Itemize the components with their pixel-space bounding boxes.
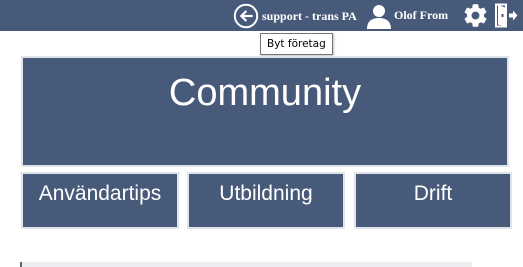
community-tile-label: Community	[168, 72, 362, 114]
training-tile-label: Utbildning	[219, 182, 313, 205]
settings-button[interactable]	[462, 2, 489, 29]
operations-tile[interactable]: Drift	[354, 172, 512, 229]
user-menu[interactable]: Olof From	[366, 2, 448, 29]
operations-tile-label: Drift	[413, 182, 453, 205]
logout-icon	[495, 3, 518, 28]
company-switch-button[interactable]: support - trans PA	[233, 3, 357, 29]
top-bar: support - trans PA Olof From	[0, 0, 523, 31]
user-icon	[367, 4, 391, 29]
training-tile[interactable]: Utbildning	[187, 172, 345, 229]
company-name: support - trans PA	[262, 8, 357, 23]
content-divider	[20, 262, 472, 267]
logout-button[interactable]	[494, 2, 518, 29]
community-tile[interactable]: Community	[21, 56, 509, 167]
company-switch-tooltip: Byt företag	[260, 33, 333, 55]
gear-icon	[464, 4, 487, 27]
user-name: Olof From	[394, 8, 449, 22]
tips-tile-label: Användartips	[38, 182, 162, 205]
arrow-left-circle-icon	[233, 3, 259, 29]
tips-tile[interactable]: Användartips	[21, 172, 179, 229]
divider-marker	[20, 262, 22, 267]
